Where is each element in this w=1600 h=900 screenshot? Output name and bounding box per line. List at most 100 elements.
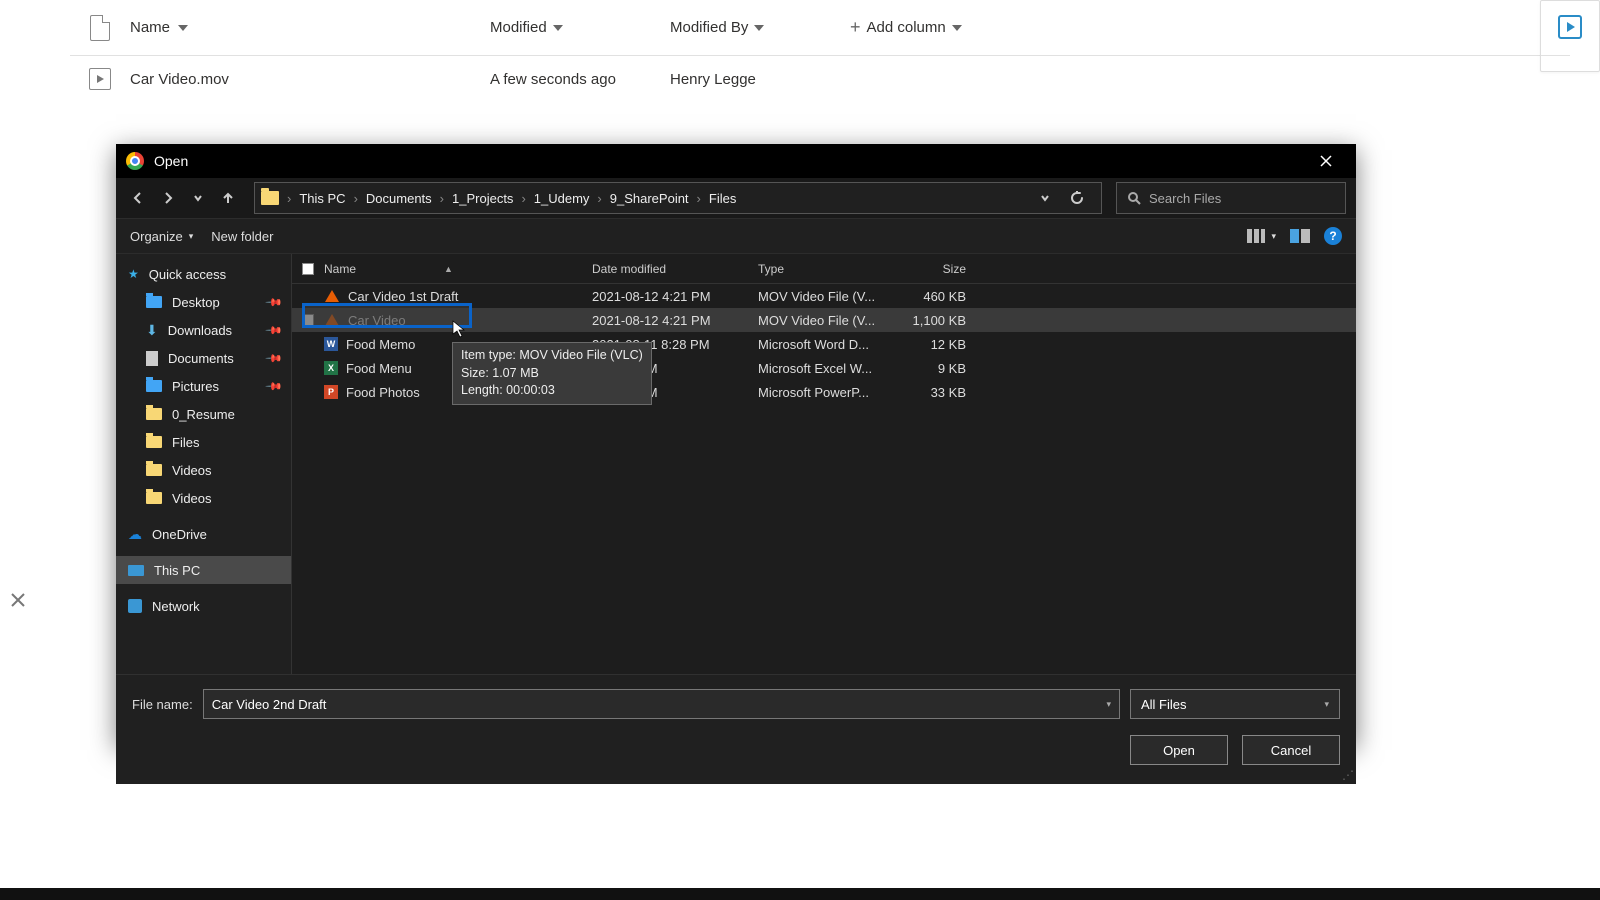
- dialog-nav-bar: › This PC› Documents› 1_Projects› 1_Udem…: [116, 178, 1356, 218]
- open-button[interactable]: Open: [1130, 735, 1228, 765]
- view-layout-button[interactable]: ▾: [1247, 229, 1276, 243]
- organize-menu[interactable]: Organize ▾: [130, 229, 193, 244]
- desktop-icon: [146, 296, 162, 308]
- breadcrumb-bar[interactable]: › This PC› Documents› 1_Projects› 1_Udem…: [254, 182, 1102, 214]
- video-file-icon: [89, 68, 111, 90]
- file-columns-header: Name▲ Date modified Type Size: [292, 254, 1356, 284]
- pin-icon: 📌: [265, 293, 284, 312]
- resize-grip-icon[interactable]: ⋰: [1342, 768, 1354, 782]
- file-list-area: Name▲ Date modified Type Size Car Video …: [292, 254, 1356, 674]
- dialog-close-button[interactable]: [1306, 144, 1346, 178]
- dialog-title: Open: [154, 153, 1306, 169]
- file-name: Car Video.mov: [130, 71, 229, 88]
- col-header-size[interactable]: Size: [892, 262, 980, 276]
- cancel-button[interactable]: Cancel: [1242, 735, 1340, 765]
- sidebar-this-pc[interactable]: This PC: [116, 556, 291, 584]
- row-checkbox[interactable]: [302, 314, 314, 326]
- file-modified-by: Henry Legge: [670, 71, 756, 88]
- crumb-files[interactable]: Files: [703, 191, 742, 206]
- file-name-label: File name:: [132, 697, 193, 712]
- sidebar-pictures[interactable]: Pictures📌: [116, 372, 291, 400]
- help-icon[interactable]: ?: [1324, 227, 1342, 245]
- sp-file-row[interactable]: Car Video.mov A few seconds ago Henry Le…: [70, 56, 1570, 102]
- sidebar-files[interactable]: Files: [116, 428, 291, 456]
- refresh-button[interactable]: [1065, 186, 1089, 210]
- col-header-type[interactable]: Type: [758, 262, 892, 276]
- col-modified[interactable]: Modified: [490, 19, 670, 36]
- dialog-titlebar: Open: [116, 144, 1356, 178]
- crumb-sharepoint[interactable]: 9_SharePoint: [604, 191, 695, 206]
- crumb-projects[interactable]: 1_Projects: [446, 191, 519, 206]
- new-folder-button[interactable]: New folder: [211, 229, 273, 244]
- folder-icon: [146, 436, 162, 448]
- folder-icon: [146, 408, 162, 420]
- file-name-input[interactable]: Car Video 2nd Draft ▾: [203, 689, 1120, 719]
- dialog-toolbar: Organize ▾ New folder ▾ ?: [116, 218, 1356, 254]
- pin-icon: 📌: [265, 349, 284, 368]
- vlc-icon: [325, 314, 339, 326]
- folder-icon: [261, 191, 279, 205]
- powerpoint-icon: P: [324, 385, 338, 399]
- col-name[interactable]: Name: [130, 19, 490, 36]
- cloud-icon: ☁: [128, 526, 142, 543]
- chevron-down-icon: [553, 25, 563, 31]
- play-icon: [1558, 15, 1582, 39]
- preview-pane-button[interactable]: [1290, 229, 1310, 243]
- sort-asc-icon: ▲: [444, 264, 453, 274]
- crumb-documents[interactable]: Documents: [360, 191, 438, 206]
- sidebar-videos-1[interactable]: Videos: [116, 456, 291, 484]
- doc-type-icon: [90, 15, 110, 41]
- col-header-name[interactable]: Name▲: [324, 262, 592, 276]
- chevron-down-icon: [178, 25, 188, 31]
- crumb-this-pc[interactable]: This PC: [293, 191, 351, 206]
- download-icon: ⬇: [146, 322, 158, 339]
- chrome-icon: [126, 152, 144, 170]
- file-modified: A few seconds ago: [490, 71, 616, 88]
- pin-icon: 📌: [265, 321, 284, 340]
- file-tooltip: Item type: MOV Video File (VLC) Size: 1.…: [452, 342, 652, 405]
- search-placeholder: Search Files: [1149, 191, 1221, 206]
- nav-back-button[interactable]: [126, 186, 150, 210]
- chevron-down-icon: [754, 25, 764, 31]
- nav-up-button[interactable]: [216, 186, 240, 210]
- sidebar-desktop[interactable]: Desktop📌: [116, 288, 291, 316]
- sidebar-downloads[interactable]: ⬇Downloads📌: [116, 316, 291, 344]
- file-row[interactable]: Car Video 1st Draft 2021-08-12 4:21 PM M…: [292, 284, 1356, 308]
- plus-icon: +: [850, 17, 861, 38]
- folder-icon: [146, 464, 162, 476]
- sharepoint-list: Name Modified Modified By +Add column Ca…: [70, 0, 1570, 102]
- close-panel-button[interactable]: [0, 582, 36, 618]
- sidebar-onedrive[interactable]: ☁OneDrive: [116, 520, 291, 548]
- search-input[interactable]: Search Files: [1116, 182, 1346, 214]
- pin-icon: 📌: [265, 377, 284, 396]
- chevron-down-icon: ▾: [1106, 699, 1111, 710]
- cursor-icon: [452, 320, 466, 341]
- document-icon: [146, 351, 158, 366]
- media-preview-panel[interactable]: [1540, 0, 1600, 72]
- crumb-dropdown-button[interactable]: [1033, 186, 1057, 210]
- select-all-checkbox[interactable]: [302, 263, 314, 275]
- network-icon: [128, 599, 142, 613]
- pc-icon: [128, 565, 144, 576]
- folder-icon: [146, 492, 162, 504]
- file-type-filter[interactable]: All Files ▾: [1130, 689, 1340, 719]
- star-icon: ★: [128, 267, 139, 281]
- excel-icon: X: [324, 361, 338, 375]
- sidebar-videos-2[interactable]: Videos: [116, 484, 291, 512]
- sidebar-resume[interactable]: 0_Resume: [116, 400, 291, 428]
- chevron-down-icon: ▾: [1324, 699, 1329, 710]
- sidebar-network[interactable]: Network: [116, 592, 291, 620]
- nav-forward-button[interactable]: [156, 186, 180, 210]
- taskbar[interactable]: [0, 888, 1600, 900]
- nav-recent-button[interactable]: [186, 186, 210, 210]
- chevron-down-icon: [952, 25, 962, 31]
- col-header-date[interactable]: Date modified: [592, 262, 758, 276]
- sp-header-row: Name Modified Modified By +Add column: [70, 0, 1570, 56]
- col-modified-by[interactable]: Modified By: [670, 19, 850, 36]
- sidebar-documents[interactable]: Documents📌: [116, 344, 291, 372]
- add-column-button[interactable]: +Add column: [850, 17, 1050, 38]
- sidebar-quick-access[interactable]: ★Quick access: [116, 260, 291, 288]
- crumb-udemy[interactable]: 1_Udemy: [528, 191, 596, 206]
- file-open-dialog: Open › This PC› Documents› 1_Projects› 1…: [116, 144, 1356, 744]
- pictures-icon: [146, 380, 162, 392]
